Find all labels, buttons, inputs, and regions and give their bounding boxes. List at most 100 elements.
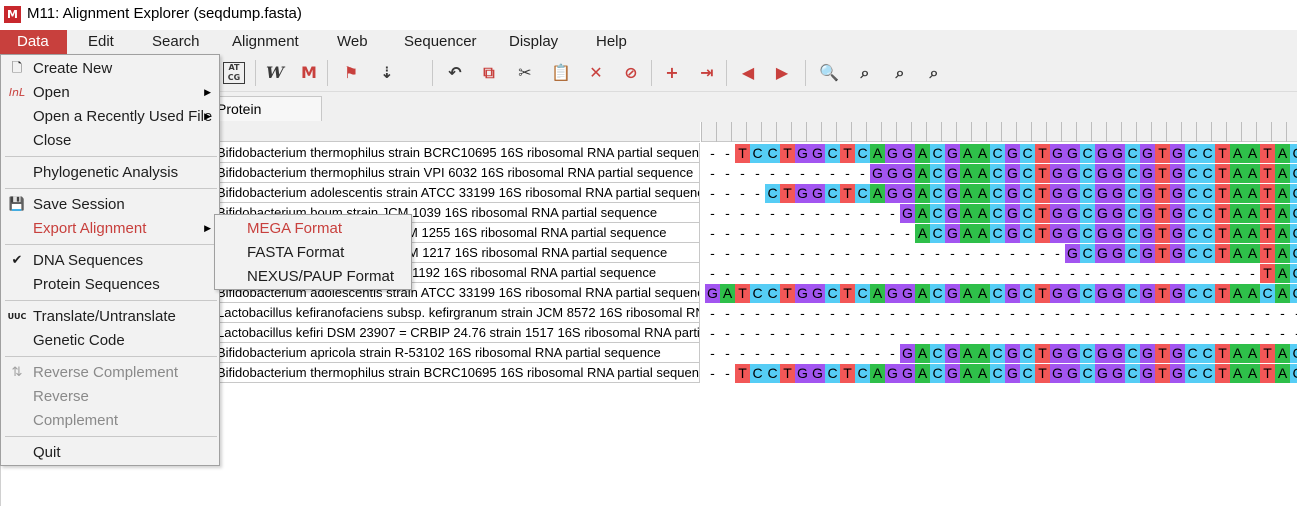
gap-cell[interactable]: -: [720, 184, 735, 203]
gap-cell[interactable]: -: [735, 204, 750, 223]
base-cell-C[interactable]: C: [990, 364, 1005, 383]
base-cell-G[interactable]: G: [1140, 164, 1155, 183]
gap-cell[interactable]: -: [825, 164, 840, 183]
base-cell-A[interactable]: A: [870, 184, 885, 203]
delete-gap-icon[interactable]: ⊘: [620, 62, 642, 84]
base-cell-C[interactable]: C: [1080, 184, 1095, 203]
gap-cell[interactable]: -: [1185, 304, 1200, 323]
menu-display[interactable]: Display: [505, 30, 562, 54]
find-previous-icon[interactable]: ⌕: [854, 62, 876, 84]
gap-cell[interactable]: -: [1050, 304, 1065, 323]
menu-item-phylogenetic-analysis[interactable]: Phylogenetic Analysis: [1, 161, 219, 185]
menu-item-genetic-code[interactable]: Genetic Code: [1, 329, 219, 353]
gap-cell[interactable]: -: [870, 244, 885, 263]
base-cell-A[interactable]: A: [1275, 184, 1290, 203]
base-cell-T[interactable]: T: [840, 184, 855, 203]
base-cell-A[interactable]: A: [1245, 144, 1260, 163]
gap-cell[interactable]: -: [780, 344, 795, 363]
base-cell-G[interactable]: G: [1095, 204, 1110, 223]
gap-cell[interactable]: -: [1230, 264, 1245, 283]
gap-cell[interactable]: -: [840, 304, 855, 323]
gap-cell[interactable]: -: [1005, 304, 1020, 323]
base-cell-A[interactable]: A: [915, 344, 930, 363]
base-cell-A[interactable]: A: [1275, 344, 1290, 363]
gap-cell[interactable]: -: [1050, 324, 1065, 343]
base-cell-G[interactable]: G: [1065, 224, 1080, 243]
gap-cell[interactable]: -: [735, 184, 750, 203]
gap-cell[interactable]: -: [870, 344, 885, 363]
gap-cell[interactable]: -: [1155, 324, 1170, 343]
base-cell-C[interactable]: C: [1020, 144, 1035, 163]
base-cell-G[interactable]: G: [1140, 284, 1155, 303]
gap-cell[interactable]: -: [1095, 304, 1110, 323]
base-cell-C[interactable]: C: [1290, 264, 1297, 283]
gap-cell[interactable]: -: [825, 244, 840, 263]
find-next-icon[interactable]: ⌕: [889, 62, 911, 84]
gap-cell[interactable]: -: [945, 264, 960, 283]
base-cell-A[interactable]: A: [975, 164, 990, 183]
gap-cell[interactable]: -: [1185, 324, 1200, 343]
base-cell-T[interactable]: T: [1260, 364, 1275, 383]
base-cell-A[interactable]: A: [1230, 204, 1245, 223]
gap-cell[interactable]: -: [765, 344, 780, 363]
base-cell-C[interactable]: C: [990, 284, 1005, 303]
base-cell-C[interactable]: C: [1185, 164, 1200, 183]
base-cell-A[interactable]: A: [1230, 164, 1245, 183]
gap-cell[interactable]: -: [1020, 304, 1035, 323]
base-cell-A[interactable]: A: [975, 184, 990, 203]
gap-cell[interactable]: -: [1020, 264, 1035, 283]
gap-cell[interactable]: -: [825, 264, 840, 283]
gap-cell[interactable]: -: [750, 264, 765, 283]
gap-cell[interactable]: -: [1020, 244, 1035, 263]
gap-cell[interactable]: -: [900, 304, 915, 323]
gap-cell[interactable]: -: [1200, 264, 1215, 283]
base-cell-G[interactable]: G: [1170, 144, 1185, 163]
gap-cell[interactable]: -: [1230, 304, 1245, 323]
base-cell-C[interactable]: C: [825, 284, 840, 303]
base-cell-G[interactable]: G: [1110, 184, 1125, 203]
base-cell-C[interactable]: C: [1020, 164, 1035, 183]
base-cell-G[interactable]: G: [1140, 144, 1155, 163]
gap-cell[interactable]: -: [915, 264, 930, 283]
gap-cell[interactable]: -: [1080, 304, 1095, 323]
base-cell-T[interactable]: T: [1035, 144, 1050, 163]
base-cell-G[interactable]: G: [795, 284, 810, 303]
base-cell-G[interactable]: G: [1140, 344, 1155, 363]
base-cell-C[interactable]: C: [990, 184, 1005, 203]
base-cell-G[interactable]: G: [885, 164, 900, 183]
base-cell-T[interactable]: T: [1215, 344, 1230, 363]
gap-cell[interactable]: -: [945, 244, 960, 263]
gap-cell[interactable]: -: [795, 244, 810, 263]
base-cell-T[interactable]: T: [1155, 184, 1170, 203]
find-marker-icon[interactable]: ⌕: [923, 62, 945, 84]
base-cell-A[interactable]: A: [1275, 164, 1290, 183]
gap-cell[interactable]: -: [1110, 264, 1125, 283]
base-cell-T[interactable]: T: [1215, 144, 1230, 163]
base-cell-C[interactable]: C: [1290, 164, 1297, 183]
base-cell-C[interactable]: C: [990, 204, 1005, 223]
base-cell-G[interactable]: G: [1170, 204, 1185, 223]
base-cell-T[interactable]: T: [1215, 164, 1230, 183]
gap-cell[interactable]: -: [960, 324, 975, 343]
gap-cell[interactable]: -: [1020, 324, 1035, 343]
gap-cell[interactable]: -: [1065, 324, 1080, 343]
base-cell-C[interactable]: C: [990, 224, 1005, 243]
gap-cell[interactable]: -: [795, 224, 810, 243]
base-cell-T[interactable]: T: [1035, 184, 1050, 203]
gap-cell[interactable]: -: [885, 324, 900, 343]
base-cell-C[interactable]: C: [1020, 224, 1035, 243]
base-cell-C[interactable]: C: [1200, 144, 1215, 163]
atcg-icon[interactable]: AT CG: [223, 62, 245, 84]
gap-cell[interactable]: -: [855, 224, 870, 243]
gap-cell[interactable]: -: [855, 264, 870, 283]
gap-cell[interactable]: -: [750, 164, 765, 183]
base-cell-C[interactable]: C: [1125, 164, 1140, 183]
base-cell-C[interactable]: C: [1125, 184, 1140, 203]
base-cell-C[interactable]: C: [1290, 224, 1297, 243]
base-cell-C[interactable]: C: [1080, 284, 1095, 303]
gap-cell[interactable]: -: [1245, 304, 1260, 323]
base-cell-G[interactable]: G: [1110, 144, 1125, 163]
base-cell-C[interactable]: C: [855, 284, 870, 303]
gap-cell[interactable]: -: [1125, 304, 1140, 323]
base-cell-T[interactable]: T: [780, 184, 795, 203]
